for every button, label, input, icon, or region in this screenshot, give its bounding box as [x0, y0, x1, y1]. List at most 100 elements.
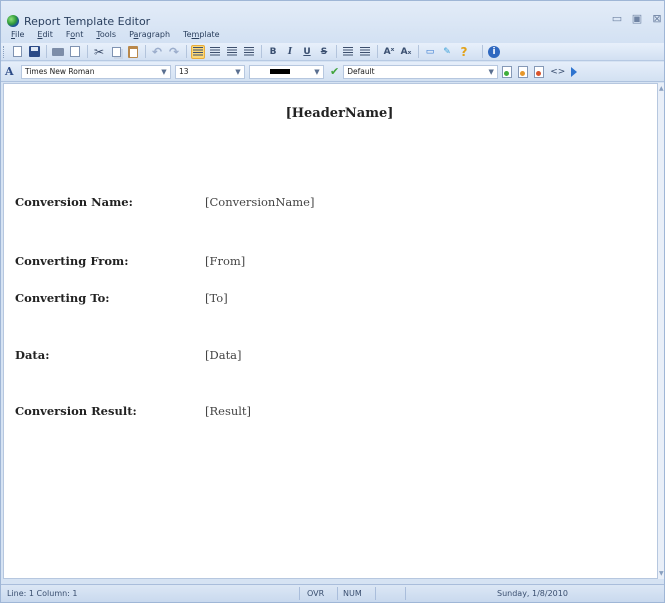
chevron-down-icon[interactable]: ▼: [232, 66, 244, 78]
numbered-list-button[interactable]: [341, 45, 355, 59]
toolbar-separator: [418, 45, 419, 58]
vertical-scrollbar[interactable]: ▲ ▼: [658, 83, 664, 579]
toolbar-separator: [336, 45, 337, 58]
redo-button[interactable]: ↷: [167, 45, 181, 59]
undo-button[interactable]: ↶: [150, 45, 164, 59]
menu-edit[interactable]: Edit: [37, 30, 53, 39]
window-controls: ▭ ▣ ⊠: [610, 13, 664, 25]
chevron-down-icon[interactable]: ▼: [311, 66, 323, 78]
play-icon[interactable]: [571, 66, 578, 77]
data-label: Data:: [15, 348, 50, 362]
font-size-value: 13: [179, 67, 189, 76]
chevron-down-icon[interactable]: ▼: [485, 66, 497, 78]
remove-field-icon[interactable]: [534, 65, 545, 78]
converting-to-placeholder: [To]: [205, 291, 228, 305]
numlock-indicator: NUM: [343, 589, 362, 598]
text-color-swatch: [270, 69, 290, 74]
cut-button[interactable]: ✂: [92, 45, 106, 59]
document-editor[interactable]: [HeaderName] Conversion Name: [Conversio…: [3, 83, 658, 579]
menu-template[interactable]: Template: [183, 30, 220, 39]
align-left-button[interactable]: [191, 44, 205, 59]
insert-image-button[interactable]: ▭: [423, 45, 437, 59]
close-button[interactable]: ⊠: [650, 13, 664, 25]
converting-from-placeholder: [From]: [205, 254, 246, 268]
code-view-icon[interactable]: <>: [550, 67, 565, 77]
style-combo[interactable]: Default ▼: [343, 64, 499, 79]
font-size-combo[interactable]: 13 ▼: [175, 64, 245, 79]
status-divider: [375, 587, 376, 600]
maximize-button[interactable]: ▣: [630, 13, 644, 25]
menu-bar: File Edit Font Tools Paragraph Template: [11, 30, 220, 39]
toolbar-separator: [145, 45, 146, 58]
minimize-button[interactable]: ▭: [610, 13, 624, 25]
font-name-value: Times New Roman: [25, 67, 95, 76]
toolbar-separator: [377, 45, 378, 58]
strikethrough-button[interactable]: S: [317, 45, 331, 59]
save-button[interactable]: [27, 45, 41, 59]
toolbar-grip[interactable]: [3, 45, 6, 58]
subscript-button[interactable]: Aₓ: [399, 45, 413, 59]
print-preview-icon: [70, 46, 80, 57]
new-document-button[interactable]: [10, 45, 24, 59]
toolbar-separator: [186, 45, 187, 58]
text-color-combo[interactable]: ▼: [249, 64, 324, 79]
data-placeholder: [Data]: [205, 348, 242, 362]
status-divider: [299, 587, 300, 600]
underline-button[interactable]: U: [300, 45, 314, 59]
standard-toolbar: ✂ ↶ ↷ B I U S Aˣ Aₓ ▭ ✎ ? i: [1, 43, 664, 61]
new-document-icon: [12, 46, 22, 57]
font-name-combo[interactable]: Times New Roman ▼: [21, 64, 171, 79]
menu-file[interactable]: File: [11, 30, 24, 39]
title-bar: Report Template Editor ▭ ▣ ⊠ File Edit F…: [1, 1, 664, 43]
menu-font[interactable]: Font: [66, 30, 83, 39]
conversion-result-label: Conversion Result:: [15, 404, 137, 418]
apply-style-check-icon[interactable]: ✔: [330, 65, 339, 78]
help-button[interactable]: ?: [457, 45, 471, 59]
scroll-down-icon[interactable]: ▼: [659, 570, 664, 577]
info-button[interactable]: i: [487, 45, 501, 59]
align-left-icon: [193, 47, 203, 56]
conversion-name-placeholder: [ConversionName]: [205, 195, 315, 209]
app-globe-icon: [7, 15, 19, 27]
window-title: Report Template Editor: [24, 14, 151, 28]
menu-tools[interactable]: Tools: [96, 30, 116, 39]
document-header-placeholder: [HeaderName]: [285, 106, 394, 121]
report-template-editor-window: Report Template Editor ▭ ▣ ⊠ File Edit F…: [0, 0, 665, 603]
print-button[interactable]: [51, 45, 65, 59]
copy-icon: [111, 46, 121, 57]
justify-button[interactable]: [242, 45, 256, 59]
superscript-button[interactable]: Aˣ: [382, 45, 396, 59]
status-divider: [337, 587, 338, 600]
print-preview-button[interactable]: [68, 45, 82, 59]
toolbar-separator: [261, 45, 262, 58]
redo-icon: ↷: [168, 44, 180, 59]
help-question-icon: ?: [460, 44, 468, 59]
menu-paragraph[interactable]: Paragraph: [129, 30, 170, 39]
toolbar-separator: [482, 45, 483, 58]
scroll-up-icon[interactable]: ▲: [659, 85, 664, 92]
align-center-icon: [210, 47, 220, 56]
align-right-button[interactable]: [225, 45, 239, 59]
copy-button[interactable]: [109, 45, 123, 59]
conversion-name-label: Conversion Name:: [15, 195, 133, 209]
save-icon: [28, 46, 40, 57]
italic-button[interactable]: I: [283, 45, 297, 59]
converting-to-label: Converting To:: [15, 291, 110, 305]
bold-button[interactable]: B: [266, 45, 280, 59]
edit-field-icon[interactable]: [518, 65, 529, 78]
insert-field-icon[interactable]: [502, 65, 513, 78]
bullet-list-button[interactable]: [358, 45, 372, 59]
conversion-result-placeholder: [Result]: [205, 404, 252, 418]
align-right-icon: [227, 47, 237, 56]
status-divider: [405, 587, 406, 600]
chevron-down-icon[interactable]: ▼: [158, 66, 170, 78]
edit-button[interactable]: ✎: [440, 45, 454, 59]
align-center-button[interactable]: [208, 45, 222, 59]
toolbar-separator: [87, 45, 88, 58]
converting-from-label: Converting From:: [15, 254, 129, 268]
format-toolbar: A Times New Roman ▼ 13 ▼ ▼ ✔ Default ▼ <…: [1, 62, 664, 82]
title-row: Report Template Editor: [7, 13, 150, 29]
status-bar: Line: 1 Column: 1 OVR NUM Sunday, 1/8/20…: [1, 584, 664, 602]
paste-button[interactable]: [126, 45, 140, 59]
cursor-position: Line: 1 Column: 1: [7, 589, 78, 598]
